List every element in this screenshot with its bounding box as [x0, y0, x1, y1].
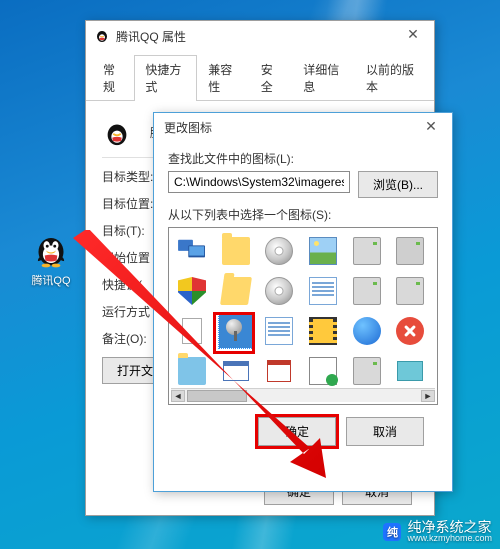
horizontal-scrollbar[interactable]: ◄ ► — [171, 388, 435, 402]
change-icon-footer: 确定 取消 — [168, 405, 438, 446]
tab-details[interactable]: 详细信息 — [292, 55, 355, 101]
properties-tabs: 常规 快捷方式 兼容性 安全 详细信息 以前的版本 — [86, 54, 434, 101]
watermark-logo-icon: 纯 — [383, 523, 401, 541]
change-icon-title: 更改图标 — [164, 119, 212, 136]
desktop-shortcut-qq[interactable]: 腾讯QQ — [24, 228, 78, 288]
tab-general[interactable]: 常规 — [92, 55, 134, 101]
close-icon: ✕ — [407, 26, 419, 42]
icon-path-input[interactable] — [168, 171, 350, 193]
qq-penguin-icon — [102, 117, 132, 147]
qq-penguin-icon — [94, 27, 110, 46]
close-button[interactable]: ✕ — [414, 115, 448, 137]
disc-icon[interactable] — [262, 234, 296, 268]
red-x-icon[interactable] — [393, 314, 427, 348]
scroll-thumb[interactable] — [187, 390, 247, 402]
watermark: 纯 纯净系统之家 www.kzmyhome.com — [383, 520, 492, 543]
scroll-right-icon[interactable]: ► — [421, 390, 435, 402]
desktop-shortcut-label: 腾讯QQ — [24, 272, 78, 288]
browse-button[interactable]: 浏览(B)... — [358, 171, 438, 198]
teal-window-icon[interactable] — [393, 354, 427, 388]
tab-shortcut[interactable]: 快捷方式 — [134, 55, 197, 101]
doc-icon[interactable] — [306, 274, 340, 308]
change-icon-dialog: 更改图标 ✕ 查找此文件中的图标(L): 浏览(B)... 从以下列表中选择一个… — [153, 112, 453, 492]
close-icon: ✕ — [425, 118, 437, 134]
icon-list: ◄ ► — [168, 227, 438, 405]
select-label: 从以下列表中选择一个图标(S): — [168, 206, 438, 223]
monitor-pair-icon[interactable] — [175, 234, 209, 268]
window-icon[interactable] — [219, 354, 253, 388]
change-icon-body: 查找此文件中的图标(L): 浏览(B)... 从以下列表中选择一个图标(S): — [154, 142, 452, 446]
satellite-dish-icon[interactable] — [219, 314, 253, 348]
watermark-url: www.kzmyhome.com — [407, 534, 492, 543]
dvd-drive-icon[interactable] — [393, 234, 427, 268]
lookup-label: 查找此文件中的图标(L): — [168, 150, 438, 167]
search-folder-icon[interactable] — [175, 354, 209, 388]
hdd-alt-icon[interactable] — [350, 274, 384, 308]
watermark-text: 纯净系统之家 — [407, 520, 492, 534]
properties-titlebar[interactable]: 腾讯QQ 属性 ✕ — [86, 21, 434, 52]
picture-icon[interactable] — [306, 234, 340, 268]
scroll-left-icon[interactable]: ◄ — [171, 390, 185, 402]
change-icon-titlebar[interactable]: 更改图标 ✕ — [154, 113, 452, 142]
blue-circle-icon[interactable] — [350, 314, 384, 348]
disc-alt-icon[interactable] — [262, 274, 296, 308]
dvd-drive-alt-icon[interactable] — [393, 274, 427, 308]
properties-title: 腾讯QQ 属性 — [116, 28, 186, 45]
ok-button[interactable]: 确定 — [258, 417, 336, 446]
shield-icon[interactable] — [175, 274, 209, 308]
checklist-icon[interactable] — [306, 354, 340, 388]
folder-open-icon[interactable] — [219, 274, 253, 308]
folder-icon[interactable] — [219, 234, 253, 268]
blank-doc-icon[interactable] — [175, 314, 209, 348]
desktop: 腾讯QQ 腾讯QQ 属性 ✕ 常规 快捷方式 兼容性 安全 详细信息 以前的版本… — [0, 0, 500, 549]
calendar-icon[interactable] — [262, 354, 296, 388]
cancel-button[interactable]: 取消 — [346, 417, 424, 446]
text-doc-icon[interactable] — [262, 314, 296, 348]
tab-security[interactable]: 安全 — [250, 55, 292, 101]
hdd-icon[interactable] — [350, 234, 384, 268]
close-button[interactable]: ✕ — [396, 23, 430, 45]
tab-prev-versions[interactable]: 以前的版本 — [355, 55, 428, 101]
ssd-icon[interactable] — [350, 354, 384, 388]
qq-penguin-icon — [31, 228, 71, 268]
tab-compat[interactable]: 兼容性 — [197, 55, 250, 101]
film-icon[interactable] — [306, 314, 340, 348]
